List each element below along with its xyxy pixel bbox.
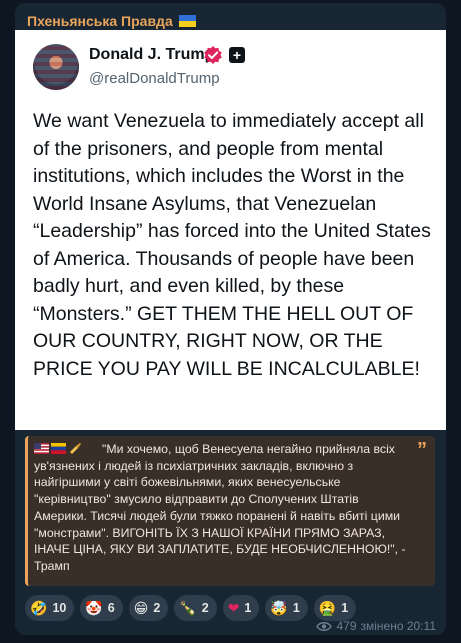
channel-name-label: Пхеньянська Правда: [27, 13, 173, 29]
reaction-clown[interactable]: 🤡 6: [80, 595, 123, 621]
channel-name[interactable]: Пхеньянська Правда: [27, 13, 196, 29]
plus-icon: +: [229, 47, 245, 63]
avatar: [33, 44, 79, 90]
verified-badge-icon: [204, 46, 222, 64]
view-count: 479: [336, 619, 357, 633]
message-meta: 479 змінено 20:11: [316, 619, 436, 633]
quote-mark-icon: ”: [417, 439, 427, 461]
vomit-icon: 🤮: [318, 600, 337, 616]
reaction-count: 10: [52, 601, 67, 615]
heart-icon: ❤: [227, 600, 240, 616]
reaction-champagne[interactable]: 🍾 2: [174, 595, 217, 621]
message-bubble: Пхеньянська Правда Donald J. Trump + @re…: [15, 3, 446, 635]
tweet-author-name: Donald J. Trump: [89, 46, 215, 63]
tweet-handle: @realDonaldTrump: [89, 70, 220, 87]
grin-icon: 😁: [133, 600, 149, 616]
eye-icon: [316, 621, 333, 631]
reaction-heart[interactable]: ❤ 1: [222, 595, 260, 621]
tweet-text: We want Venezuela to immediately accept …: [33, 110, 431, 380]
reactions-bar: 🤣 10 🤡 6 😁 2 🍾 2 ❤ 1 🤯 1 🤮 1: [25, 595, 357, 621]
reaction-rofl[interactable]: 🤣 10: [25, 595, 75, 621]
quote-block: "Ми хочемо, щоб Венесуела негайно прийня…: [25, 436, 435, 586]
champagne-icon: 🍾: [179, 600, 197, 616]
quote-text: "Ми хочемо, щоб Венесуела негайно прийня…: [34, 442, 406, 573]
edited-timestamp: змінено 20:11: [360, 619, 437, 633]
reaction-vomit[interactable]: 🤮 1: [313, 595, 357, 621]
reaction-count: 1: [292, 601, 300, 615]
mind-blown-icon: 🤯: [270, 600, 288, 616]
reaction-count: 6: [107, 601, 115, 615]
reaction-count: 2: [153, 601, 161, 615]
tweet-screenshot[interactable]: Donald J. Trump + @realDonaldTrump We wa…: [15, 30, 446, 430]
reaction-mind-blown[interactable]: 🤯 1: [265, 595, 308, 621]
ukraine-flag-icon: [178, 15, 196, 27]
reaction-count: 2: [201, 601, 209, 615]
reaction-grin[interactable]: 😁 2: [128, 595, 169, 621]
rofl-icon: 🤣: [30, 600, 48, 616]
reaction-count: 1: [244, 601, 252, 615]
reaction-count: 1: [341, 601, 349, 615]
clown-icon: 🤡: [85, 600, 103, 616]
